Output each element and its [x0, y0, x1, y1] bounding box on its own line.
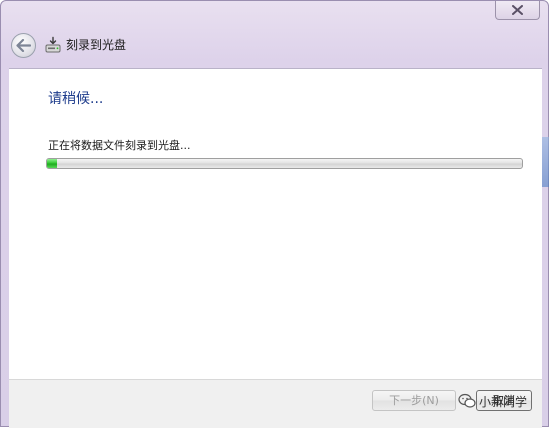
close-icon	[512, 5, 523, 15]
disc-burn-icon	[45, 36, 61, 53]
content-panel: 请稍候... 正在将数据文件刻录到光盘...	[9, 68, 542, 379]
watermark: 小新同学	[458, 392, 527, 410]
next-button[interactable]: 下一步(N)	[372, 390, 456, 411]
window-edge-highlight	[542, 137, 549, 187]
back-arrow-icon	[16, 39, 31, 52]
window-title: 刻录到光盘	[66, 38, 127, 52]
watermark-text: 小新同学	[479, 394, 528, 409]
progress-bar	[46, 158, 523, 169]
page-heading: 请稍候...	[48, 91, 104, 107]
status-text: 正在将数据文件刻录到光盘...	[48, 139, 191, 152]
close-button[interactable]	[495, 1, 540, 20]
wechat-icon	[458, 393, 476, 408]
back-button[interactable]	[11, 33, 36, 58]
burn-disc-window: 刻录到光盘 请稍候... 正在将数据文件刻录到光盘... 下一步(N) 取消	[0, 0, 549, 428]
progress-fill	[47, 159, 57, 168]
